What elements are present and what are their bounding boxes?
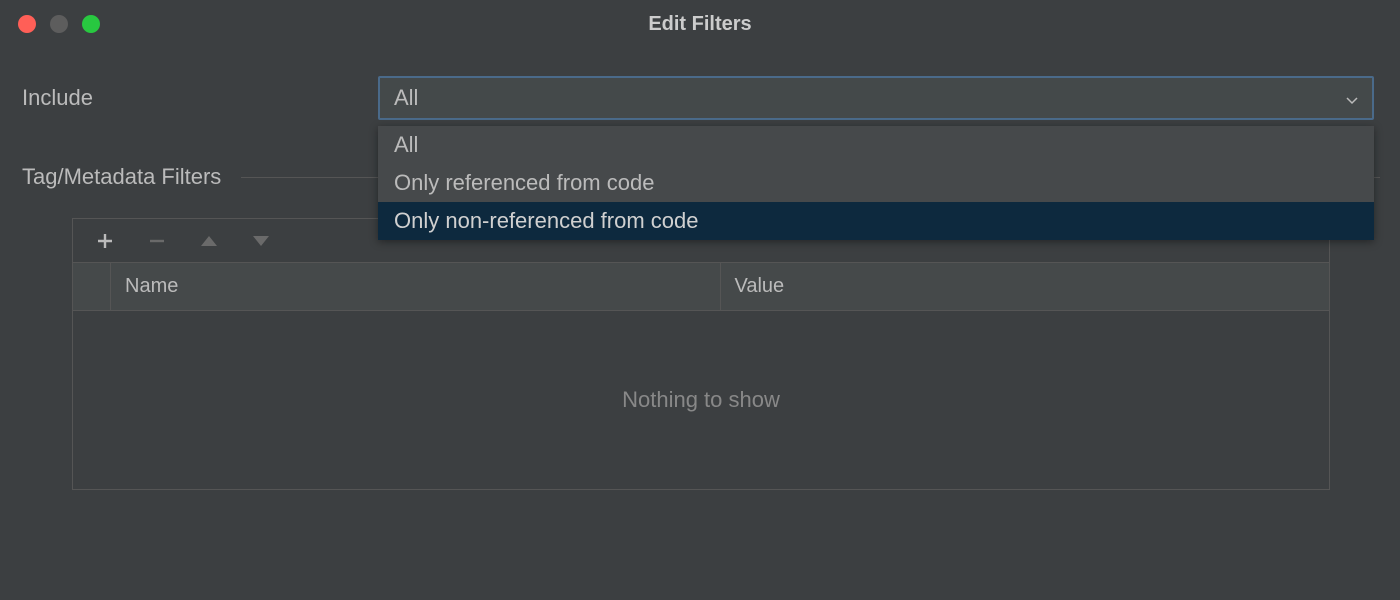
filters-table: Name Value Nothing to show: [72, 218, 1330, 490]
filters-section-label: Tag/Metadata Filters: [22, 164, 221, 190]
plus-icon: [95, 231, 115, 251]
window-controls: [0, 15, 100, 33]
include-option-referenced[interactable]: Only referenced from code: [378, 164, 1374, 202]
table-column-value: Value: [721, 263, 1330, 310]
maximize-window-button[interactable]: [82, 15, 100, 33]
table-checkbox-column: [73, 263, 111, 310]
table-column-name: Name: [111, 263, 721, 310]
minus-icon: [147, 231, 167, 251]
add-filter-button[interactable]: [93, 229, 117, 253]
include-selected-value: All: [394, 85, 418, 111]
chevron-down-icon: [1346, 85, 1358, 111]
include-dropdown-list: All Only referenced from code Only non-r…: [378, 126, 1374, 240]
move-up-button[interactable]: [197, 229, 221, 253]
window-title: Edit Filters: [648, 13, 751, 36]
window-titlebar: Edit Filters: [0, 0, 1400, 48]
close-window-button[interactable]: [18, 15, 36, 33]
minimize-window-button[interactable]: [50, 15, 68, 33]
table-header-row: Name Value: [73, 263, 1329, 311]
move-down-button[interactable]: [249, 229, 273, 253]
include-combobox[interactable]: All: [378, 76, 1374, 120]
table-empty-message: Nothing to show: [622, 387, 780, 413]
remove-filter-button[interactable]: [145, 229, 169, 253]
include-option-all[interactable]: All: [378, 126, 1374, 164]
table-body: Nothing to show: [73, 311, 1329, 489]
include-label: Include: [22, 85, 378, 111]
triangle-up-icon: [199, 234, 219, 248]
triangle-down-icon: [251, 234, 271, 248]
include-option-non-referenced[interactable]: Only non-referenced from code: [378, 202, 1374, 240]
